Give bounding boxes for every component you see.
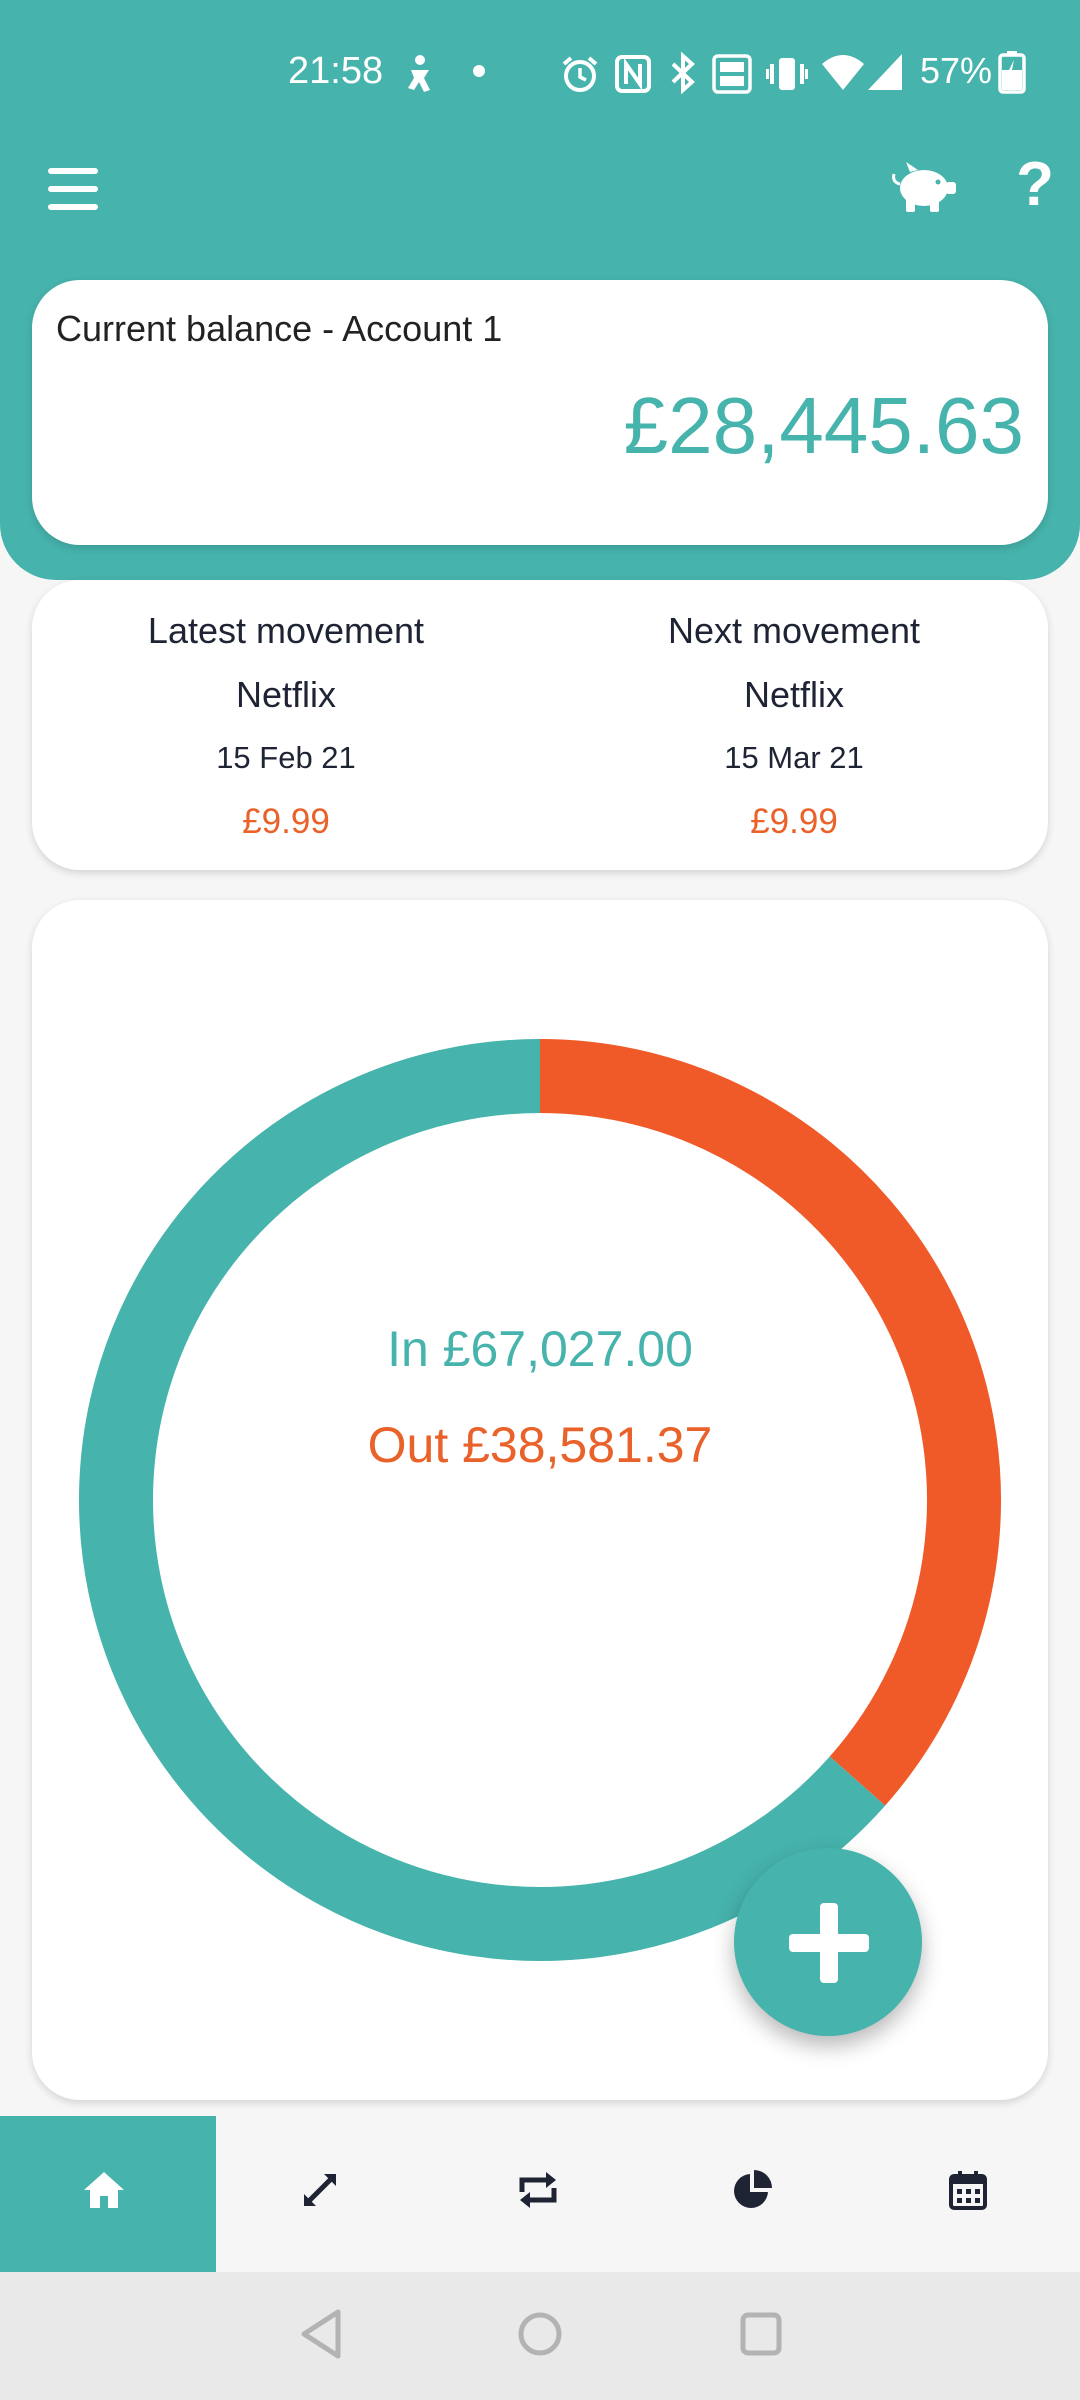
latest-movement-name: Netflix	[235, 674, 337, 715]
dot-icon	[473, 65, 485, 77]
status-bar: 21:58 57%	[0, 0, 1080, 140]
menu-button[interactable]	[40, 160, 110, 220]
accessibility-icon	[408, 55, 430, 92]
balance-value: £28,445.63	[623, 381, 1024, 470]
signal-icon	[868, 54, 902, 90]
help-button[interactable]: ?	[1010, 150, 1060, 220]
expand-icon	[304, 2174, 336, 2206]
pie-chart-icon	[734, 2170, 772, 2208]
latest-movement-date: 15 Feb 21	[216, 740, 356, 775]
volte-icon	[712, 54, 752, 94]
next-movement-date: 15 Mar 21	[724, 740, 864, 775]
alarm-icon	[562, 56, 598, 92]
vibrate-icon	[766, 58, 808, 90]
next-movement-name: Netflix	[743, 674, 845, 715]
piggy-bank-icon	[892, 162, 956, 212]
battery-charging-icon	[998, 51, 1026, 94]
status-time: 21:58	[288, 50, 384, 92]
latest-movement-amount: £9.99	[242, 802, 330, 841]
latest-movement-title: Latest movement	[147, 610, 425, 651]
in-segment	[79, 1039, 886, 1961]
movements-card[interactable]: Latest movement Netflix 15 Feb 21 £9.99 …	[32, 580, 1048, 870]
in-total: In £67,027.00	[387, 1321, 693, 1377]
wifi-icon	[822, 55, 864, 90]
next-movement-title: Next movement	[667, 610, 921, 651]
piggy-bank-button[interactable]	[890, 158, 960, 218]
balance-label: Current balance - Account 1	[56, 308, 503, 349]
system-navigation-bar	[0, 2272, 1080, 2400]
nav-statistics[interactable]	[648, 2116, 864, 2272]
next-movement-amount: £9.99	[750, 802, 838, 841]
nav-transfers[interactable]	[216, 2116, 432, 2272]
balance-card[interactable]: Current balance - Account 1 £28,445.63	[32, 280, 1048, 545]
bluetooth-icon	[671, 52, 695, 94]
next-movement[interactable]: Next movement Netflix 15 Mar 21 £9.99	[540, 580, 1048, 870]
battery-percentage: 57%	[920, 50, 993, 91]
nav-home[interactable]	[0, 2116, 216, 2272]
bottom-navigation	[0, 2116, 1080, 2272]
nfc-icon	[615, 55, 651, 93]
home-icon	[84, 2172, 124, 2208]
help-icon: ?	[1016, 150, 1054, 219]
out-total: Out £38,581.37	[367, 1417, 713, 1473]
calendar-icon	[949, 2171, 987, 2210]
nav-calendar[interactable]	[864, 2116, 1080, 2272]
nav-recurring[interactable]	[432, 2116, 648, 2272]
repeat-icon	[519, 2172, 557, 2208]
recents-icon[interactable]	[736, 2306, 786, 2362]
back-icon[interactable]	[296, 2306, 346, 2362]
latest-movement[interactable]: Latest movement Netflix 15 Feb 21 £9.99	[32, 580, 540, 870]
add-movement-button[interactable]	[734, 1848, 922, 2036]
home-circle-icon[interactable]	[514, 2306, 566, 2362]
